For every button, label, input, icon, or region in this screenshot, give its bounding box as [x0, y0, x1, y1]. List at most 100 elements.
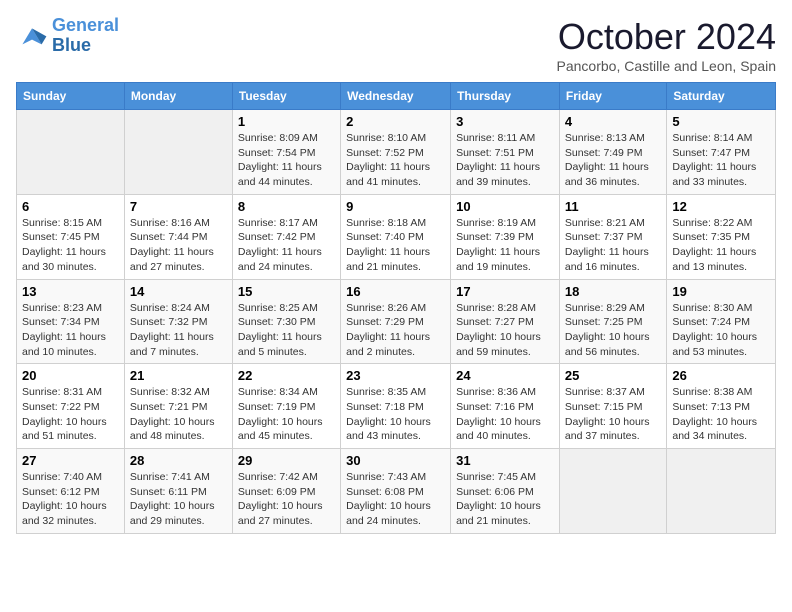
day-number: 31	[456, 453, 554, 468]
calendar-cell: 28 Sunrise: 7:41 AMSunset: 6:11 PMDayligh…	[124, 449, 232, 534]
day-info: Sunrise: 8:26 AMSunset: 7:29 PMDaylight:…	[346, 301, 445, 360]
header-thursday: Thursday	[451, 83, 560, 110]
day-info: Sunrise: 8:32 AMSunset: 7:21 PMDaylight:…	[130, 385, 227, 444]
day-info: Sunrise: 8:11 AMSunset: 7:51 PMDaylight:…	[456, 131, 554, 190]
day-number: 30	[346, 453, 445, 468]
day-info: Sunrise: 8:36 AMSunset: 7:16 PMDaylight:…	[456, 385, 554, 444]
day-info: Sunrise: 8:19 AMSunset: 7:39 PMDaylight:…	[456, 216, 554, 275]
day-number: 12	[672, 199, 770, 214]
calendar-cell: 10 Sunrise: 8:19 AMSunset: 7:39 PMDayligh…	[451, 194, 560, 279]
day-info: Sunrise: 8:13 AMSunset: 7:49 PMDaylight:…	[565, 131, 661, 190]
calendar-cell: 31Sunrise: 7:45 AMSunset: 6:06 PMDayligh…	[451, 449, 560, 534]
week-row-3: 13Sunrise: 8:23 AMSunset: 7:34 PMDayligh…	[17, 279, 776, 364]
day-number: 18	[565, 284, 661, 299]
day-number: 21	[130, 368, 227, 383]
day-number: 22	[238, 368, 335, 383]
day-number: 8	[238, 199, 335, 214]
day-info: Sunrise: 8:38 AMSunset: 7:13 PMDaylight:…	[672, 385, 770, 444]
calendar-cell: 3 Sunrise: 8:11 AMSunset: 7:51 PMDaylight…	[451, 110, 560, 195]
day-number: 2	[346, 114, 445, 129]
day-number: 16	[346, 284, 445, 299]
day-info: Sunrise: 8:18 AMSunset: 7:40 PMDaylight:…	[346, 216, 445, 275]
day-number: 24	[456, 368, 554, 383]
day-info: Sunrise: 8:37 AMSunset: 7:15 PMDaylight:…	[565, 385, 661, 444]
calendar-cell	[559, 449, 666, 534]
day-info: Sunrise: 8:16 AMSunset: 7:44 PMDaylight:…	[130, 216, 227, 275]
calendar-cell: 14Sunrise: 8:24 AMSunset: 7:32 PMDayligh…	[124, 279, 232, 364]
header-monday: Monday	[124, 83, 232, 110]
day-info: Sunrise: 7:40 AMSunset: 6:12 PMDaylight:…	[22, 470, 119, 529]
day-info: Sunrise: 8:23 AMSunset: 7:34 PMDaylight:…	[22, 301, 119, 360]
calendar-cell: 13Sunrise: 8:23 AMSunset: 7:34 PMDayligh…	[17, 279, 125, 364]
calendar-cell: 27 Sunrise: 7:40 AMSunset: 6:12 PMDayligh…	[17, 449, 125, 534]
calendar-cell: 17Sunrise: 8:28 AMSunset: 7:27 PMDayligh…	[451, 279, 560, 364]
calendar-cell: 2Sunrise: 8:10 AMSunset: 7:52 PMDaylight…	[341, 110, 451, 195]
day-number: 25	[565, 368, 661, 383]
calendar-cell: 7 Sunrise: 8:16 AMSunset: 7:44 PMDaylight…	[124, 194, 232, 279]
day-number: 5	[672, 114, 770, 129]
day-number: 10	[456, 199, 554, 214]
day-info: Sunrise: 8:30 AMSunset: 7:24 PMDaylight:…	[672, 301, 770, 360]
day-number: 1	[238, 114, 335, 129]
month-title: October 2024	[557, 16, 776, 58]
location-subtitle: Pancorbo, Castille and Leon, Spain	[557, 58, 776, 74]
day-info: Sunrise: 8:15 AMSunset: 7:45 PMDaylight:…	[22, 216, 119, 275]
page-header: GeneralBlue October 2024 Pancorbo, Casti…	[16, 16, 776, 74]
day-info: Sunrise: 7:41 AMSunset: 6:11 PMDaylight:…	[130, 470, 227, 529]
day-info: Sunrise: 8:25 AMSunset: 7:30 PMDaylight:…	[238, 301, 335, 360]
week-row-2: 6 Sunrise: 8:15 AMSunset: 7:45 PMDaylight…	[17, 194, 776, 279]
day-number: 29	[238, 453, 335, 468]
calendar-cell: 16 Sunrise: 8:26 AMSunset: 7:29 PMDayligh…	[341, 279, 451, 364]
calendar-cell: 25 Sunrise: 8:37 AMSunset: 7:15 PMDayligh…	[559, 364, 666, 449]
week-row-1: 1 Sunrise: 8:09 AMSunset: 7:54 PMDaylight…	[17, 110, 776, 195]
day-info: Sunrise: 7:43 AMSunset: 6:08 PMDaylight:…	[346, 470, 445, 529]
calendar-cell	[17, 110, 125, 195]
calendar-cell: 5 Sunrise: 8:14 AMSunset: 7:47 PMDaylight…	[667, 110, 776, 195]
day-info: Sunrise: 8:22 AMSunset: 7:35 PMDaylight:…	[672, 216, 770, 275]
calendar-cell: 8 Sunrise: 8:17 AMSunset: 7:42 PMDaylight…	[232, 194, 340, 279]
calendar-cell: 6 Sunrise: 8:15 AMSunset: 7:45 PMDaylight…	[17, 194, 125, 279]
calendar-cell: 26 Sunrise: 8:38 AMSunset: 7:13 PMDayligh…	[667, 364, 776, 449]
day-number: 23	[346, 368, 445, 383]
logo: GeneralBlue	[16, 16, 119, 56]
week-row-5: 27 Sunrise: 7:40 AMSunset: 6:12 PMDayligh…	[17, 449, 776, 534]
day-number: 28	[130, 453, 227, 468]
calendar-cell: 4 Sunrise: 8:13 AMSunset: 7:49 PMDaylight…	[559, 110, 666, 195]
calendar-cell: 24 Sunrise: 8:36 AMSunset: 7:16 PMDayligh…	[451, 364, 560, 449]
day-info: Sunrise: 8:21 AMSunset: 7:37 PMDaylight:…	[565, 216, 661, 275]
calendar-cell: 15Sunrise: 8:25 AMSunset: 7:30 PMDayligh…	[232, 279, 340, 364]
day-number: 19	[672, 284, 770, 299]
day-number: 27	[22, 453, 119, 468]
day-info: Sunrise: 8:17 AMSunset: 7:42 PMDaylight:…	[238, 216, 335, 275]
day-number: 4	[565, 114, 661, 129]
calendar-header-row: SundayMondayTuesdayWednesdayThursdayFrid…	[17, 83, 776, 110]
day-info: Sunrise: 8:35 AMSunset: 7:18 PMDaylight:…	[346, 385, 445, 444]
logo-text: GeneralBlue	[52, 16, 119, 56]
calendar-cell: 22Sunrise: 8:34 AMSunset: 7:19 PMDayligh…	[232, 364, 340, 449]
header-tuesday: Tuesday	[232, 83, 340, 110]
day-number: 14	[130, 284, 227, 299]
calendar-cell: 9Sunrise: 8:18 AMSunset: 7:40 PMDaylight…	[341, 194, 451, 279]
calendar-cell: 12 Sunrise: 8:22 AMSunset: 7:35 PMDayligh…	[667, 194, 776, 279]
day-number: 7	[130, 199, 227, 214]
day-info: Sunrise: 8:09 AMSunset: 7:54 PMDaylight:…	[238, 131, 335, 190]
day-number: 3	[456, 114, 554, 129]
calendar-cell: 18 Sunrise: 8:29 AMSunset: 7:25 PMDayligh…	[559, 279, 666, 364]
calendar-cell: 21 Sunrise: 8:32 AMSunset: 7:21 PMDayligh…	[124, 364, 232, 449]
calendar-cell: 11 Sunrise: 8:21 AMSunset: 7:37 PMDayligh…	[559, 194, 666, 279]
day-number: 6	[22, 199, 119, 214]
calendar-cell	[124, 110, 232, 195]
header-sunday: Sunday	[17, 83, 125, 110]
day-number: 11	[565, 199, 661, 214]
calendar-cell: 19 Sunrise: 8:30 AMSunset: 7:24 PMDayligh…	[667, 279, 776, 364]
title-section: October 2024 Pancorbo, Castille and Leon…	[557, 16, 776, 74]
calendar-table: SundayMondayTuesdayWednesdayThursdayFrid…	[16, 82, 776, 534]
day-number: 26	[672, 368, 770, 383]
day-info: Sunrise: 8:29 AMSunset: 7:25 PMDaylight:…	[565, 301, 661, 360]
day-info: Sunrise: 8:31 AMSunset: 7:22 PMDaylight:…	[22, 385, 119, 444]
header-friday: Friday	[559, 83, 666, 110]
calendar-cell: 20 Sunrise: 8:31 AMSunset: 7:22 PMDayligh…	[17, 364, 125, 449]
day-info: Sunrise: 8:14 AMSunset: 7:47 PMDaylight:…	[672, 131, 770, 190]
day-number: 20	[22, 368, 119, 383]
day-info: Sunrise: 8:28 AMSunset: 7:27 PMDaylight:…	[456, 301, 554, 360]
